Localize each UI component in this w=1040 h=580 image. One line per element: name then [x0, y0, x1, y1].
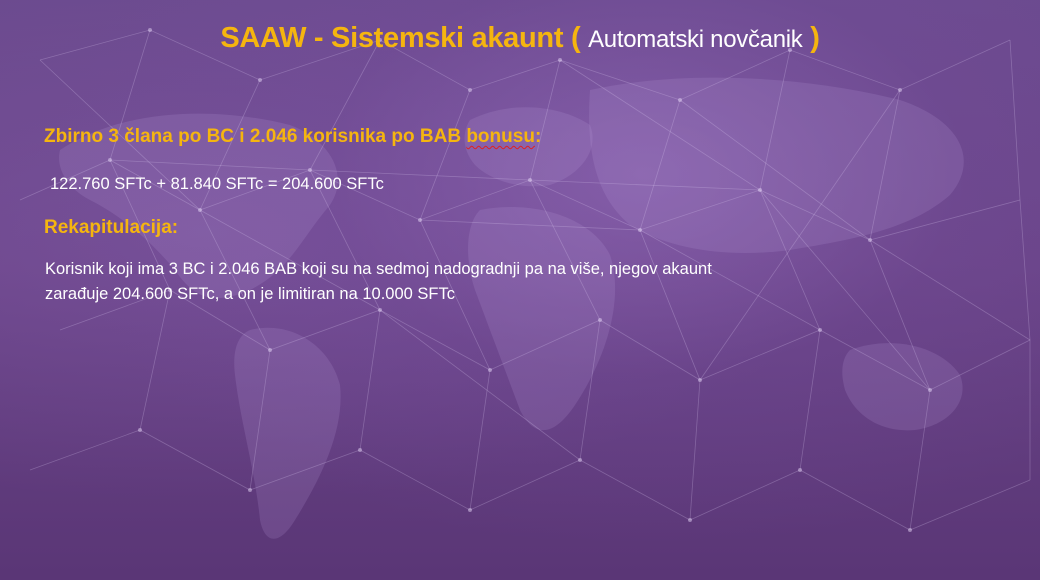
- formula-text: 122.760 SFTc + 81.840 SFTc = 204.600 SFT…: [50, 175, 384, 193]
- title-main: SAAW - Sistemski akaunt (: [220, 22, 581, 54]
- title-close-paren: ): [810, 22, 820, 54]
- recap-line-1: Korisnik koji ima 3 BC i 2.046 BAB koji …: [45, 260, 712, 278]
- presentation-slide: SAAW - Sistemski akaunt ( Automatski nov…: [0, 0, 1040, 580]
- slide-title: SAAW - Sistemski akaunt ( Automatski nov…: [0, 22, 1040, 55]
- summary-heading: Zbirno 3 člana po BC i 2.046 korisnika p…: [44, 126, 541, 148]
- spellcheck-flagged-word: bonusu: [466, 126, 535, 147]
- title-subtitle: Automatski novčanik: [588, 26, 803, 53]
- summary-heading-colon: :: [534, 126, 542, 147]
- summary-heading-text: Zbirno 3 člana po BC i 2.046 korisnika p…: [44, 126, 467, 147]
- recap-heading: Rekapitulacija:: [44, 217, 179, 238]
- recap-paragraph: Korisnik koji ima 3 BC i 2.046 BAB koji …: [45, 257, 865, 307]
- recap-line-2: zarađuje 204.600 SFTc, a on je limitiran…: [45, 285, 455, 303]
